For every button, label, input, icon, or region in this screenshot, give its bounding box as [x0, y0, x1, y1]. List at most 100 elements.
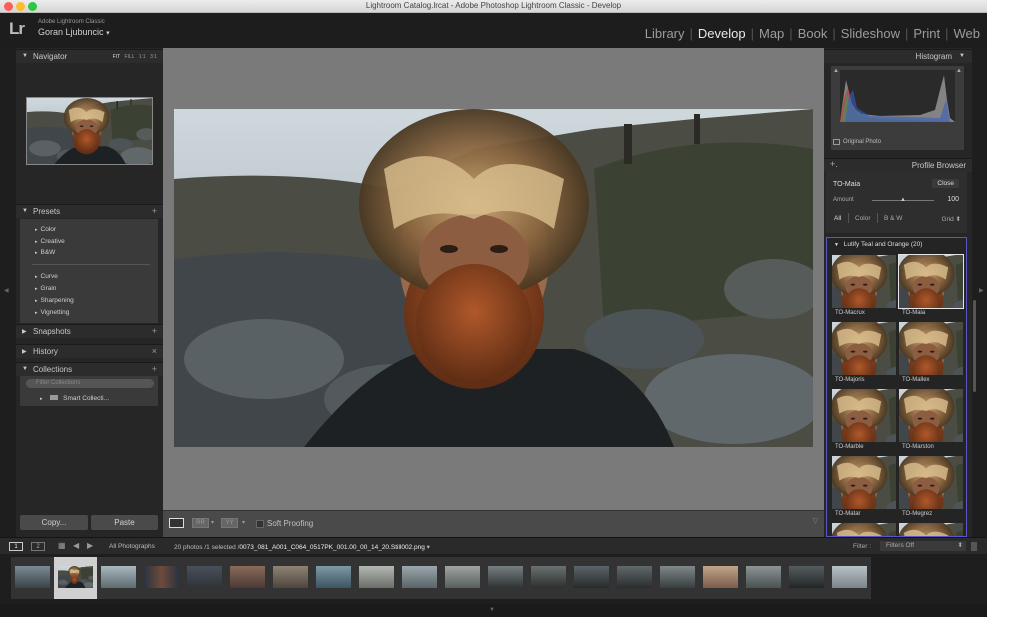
profile-thumb-maia[interactable]: [898, 254, 964, 309]
filmstrip-thumb[interactable]: [398, 557, 441, 599]
zoom-fill[interactable]: FILL: [124, 54, 134, 60]
source-label[interactable]: All Photographs: [109, 543, 155, 550]
before-after-swap-icon[interactable]: YY: [221, 518, 238, 528]
dropdown-icon[interactable]: ▾: [242, 519, 245, 526]
zoom-1-1[interactable]: 1:1: [139, 54, 146, 60]
plus-icon[interactable]: +: [152, 206, 157, 216]
plus-icon[interactable]: +: [152, 364, 157, 374]
filmstrip-thumb[interactable]: [656, 557, 699, 599]
collections-header[interactable]: ▼ Collections +: [16, 362, 163, 376]
preset-group-color[interactable]: Color: [35, 226, 57, 233]
plus-icon[interactable]: +.: [830, 159, 838, 169]
slider-thumb-icon[interactable]: ▲: [900, 197, 906, 203]
toolbar-menu-icon[interactable]: ▽: [813, 517, 818, 525]
module-print[interactable]: Print: [913, 26, 940, 41]
highlight-clipping-icon[interactable]: ▲: [956, 68, 962, 74]
zoom-fit[interactable]: FIT: [113, 54, 120, 60]
selection-info[interactable]: 20 photos /1 selected /0073_081_A001_C06…: [174, 543, 430, 551]
main-photo[interactable]: [174, 109, 813, 447]
plus-icon[interactable]: +: [152, 326, 157, 336]
profile-thumb-megrez[interactable]: [899, 456, 963, 509]
right-panel-toggle-icon[interactable]: ▶: [979, 287, 984, 294]
collection-item[interactable]: ▸ Smart Collecti...: [40, 395, 109, 402]
filmstrip-thumb[interactable]: [226, 557, 269, 599]
filmstrip-thumb[interactable]: [527, 557, 570, 599]
filmstrip-thumb[interactable]: [312, 557, 355, 599]
history-header[interactable]: ▶ History ×: [16, 344, 163, 358]
module-library[interactable]: Library: [645, 26, 685, 41]
window-title: Lightroom Catalog.lrcat - Adobe Photosho…: [365, 1, 622, 10]
module-web[interactable]: Web: [954, 26, 981, 41]
profile-thumb-majoris[interactable]: [832, 322, 896, 375]
navigator-header[interactable]: ▼ Navigator FIT FILL 1:1 3:1: [16, 49, 163, 63]
loupe-view-icon[interactable]: [169, 518, 184, 528]
amount-slider[interactable]: ▲: [872, 197, 934, 203]
filmstrip-thumb[interactable]: [140, 557, 183, 599]
filmstrip-toggle-icon[interactable]: ▼: [489, 607, 495, 613]
left-panel-toggle-icon[interactable]: ◀: [4, 287, 9, 294]
module-slideshow[interactable]: Slideshow: [841, 26, 900, 41]
preset-group-curve[interactable]: Curve: [35, 273, 58, 280]
profile-thumb-partial[interactable]: [832, 523, 896, 536]
navigator-preview[interactable]: [26, 97, 153, 165]
preset-group-vignetting[interactable]: Vignetting: [35, 309, 70, 316]
second-window-button[interactable]: 2: [31, 542, 45, 551]
profile-thumb-marble[interactable]: [832, 389, 896, 442]
preset-group-sharpening[interactable]: Sharpening: [35, 297, 74, 304]
filter-select[interactable]: Filters Off ⬍: [880, 541, 966, 551]
paste-button[interactable]: Paste: [91, 515, 158, 530]
profile-browser-close-button[interactable]: Close: [932, 179, 959, 188]
filter-bw[interactable]: B & W: [884, 215, 902, 222]
collections-filter-input[interactable]: Filter Collections: [26, 379, 154, 388]
filmstrip-thumb[interactable]: [97, 557, 140, 599]
filmstrip-thumb[interactable]: [785, 557, 828, 599]
snapshots-header[interactable]: ▶ Snapshots +: [16, 324, 163, 338]
histogram[interactable]: ▲ ▲ Original Photo: [831, 66, 964, 150]
filmstrip-thumb[interactable]: [441, 557, 484, 599]
filter-color[interactable]: Color: [855, 215, 871, 222]
module-map[interactable]: Map: [759, 26, 784, 41]
arrow-left-icon[interactable]: ◀: [73, 541, 79, 550]
filter-all[interactable]: All: [834, 215, 841, 222]
before-after-icon[interactable]: RR: [192, 518, 209, 528]
amount-value[interactable]: 100: [947, 196, 959, 203]
filmstrip-thumb[interactable]: [11, 557, 54, 599]
preset-group-grain[interactable]: Grain: [35, 285, 57, 292]
profile-thumb-matar[interactable]: [832, 456, 896, 509]
filmstrip-thumb[interactable]: [699, 557, 742, 599]
filmstrip-thumb[interactable]: [613, 557, 656, 599]
shadow-clipping-icon[interactable]: ▲: [833, 68, 839, 74]
view-mode-select[interactable]: Grid ⬍: [941, 215, 961, 223]
filmstrip-thumb[interactable]: [742, 557, 785, 599]
main-window-button[interactable]: 1: [9, 542, 23, 551]
module-book[interactable]: Book: [798, 26, 828, 41]
grid-icon[interactable]: ▦: [58, 541, 66, 550]
profile-browser-header[interactable]: +. Profile Browser: [824, 158, 972, 172]
module-develop[interactable]: Develop: [698, 26, 746, 41]
profile-thumb-mallex[interactable]: [899, 322, 963, 375]
filmstrip-thumb[interactable]: [484, 557, 527, 599]
filter-lock-icon[interactable]: [971, 542, 977, 551]
preset-group-creative[interactable]: Creative: [35, 238, 65, 245]
profile-thumb-marston[interactable]: [899, 389, 963, 442]
filmstrip-thumb[interactable]: [570, 557, 613, 599]
profile-thumb-macrux[interactable]: [832, 255, 896, 308]
filmstrip-thumb[interactable]: [269, 557, 312, 599]
profile-thumb-partial[interactable]: [899, 523, 963, 536]
filmstrip-thumb[interactable]: [355, 557, 398, 599]
filmstrip-thumb[interactable]: [183, 557, 226, 599]
arrow-right-icon[interactable]: ▶: [87, 541, 93, 550]
soft-proofing-checkbox[interactable]: [256, 520, 264, 528]
user-name[interactable]: Goran Ljubuncic ▾: [38, 27, 110, 37]
filmstrip-thumb[interactable]: [828, 557, 871, 599]
presets-header[interactable]: ▼ Presets +: [16, 204, 163, 218]
zoom-3-1[interactable]: 3:1: [150, 54, 157, 60]
filmstrip-thumb-selected[interactable]: [54, 557, 97, 599]
dropdown-icon[interactable]: ▾: [211, 519, 214, 526]
histogram-header[interactable]: Histogram ▼: [824, 49, 972, 63]
profile-group-header[interactable]: ▼ Lutify Teal and Orange (20): [834, 241, 922, 248]
close-icon[interactable]: ×: [152, 346, 157, 356]
copy-button[interactable]: Copy...: [20, 515, 88, 530]
preset-group-bw[interactable]: B&W: [35, 249, 56, 256]
right-panel-scrollbar[interactable]: [973, 300, 976, 392]
